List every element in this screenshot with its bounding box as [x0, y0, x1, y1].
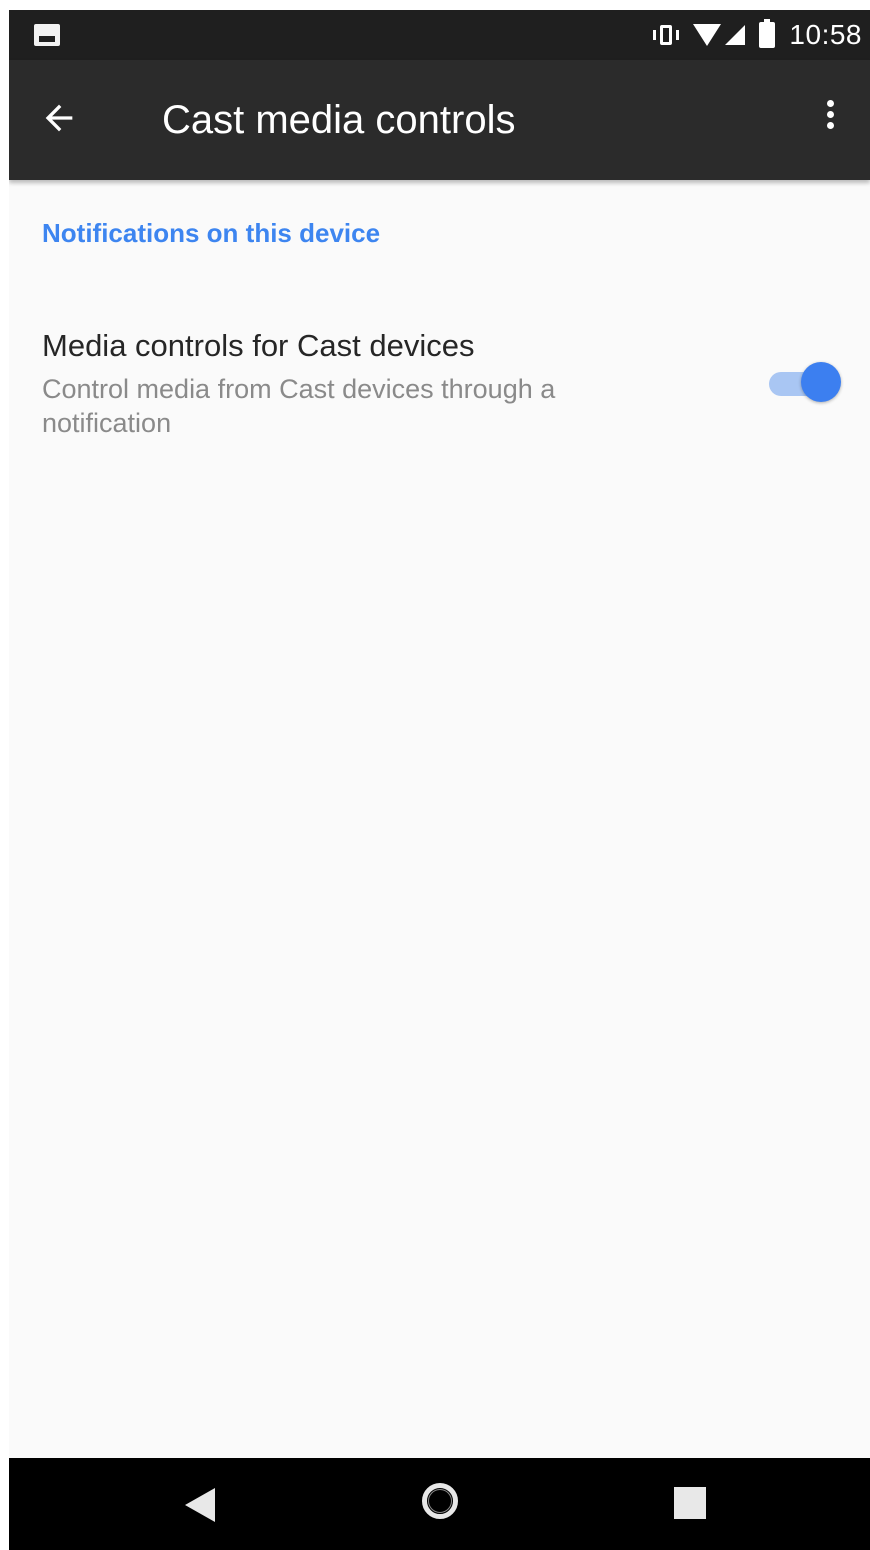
battery-icon: [759, 19, 776, 48]
photo-icon: [34, 24, 60, 46]
app-toolbar: Cast media controls: [9, 60, 870, 180]
nav-home-icon[interactable]: [422, 1483, 458, 1519]
wifi-icon: [693, 24, 722, 46]
preference-title: Media controls for Cast devices: [42, 328, 475, 363]
signal-icon: [725, 25, 746, 45]
preference-summary: Control media from Cast devices through …: [42, 374, 556, 438]
status-icons: 10:58: [653, 10, 862, 60]
vibrate-icon: [653, 22, 680, 48]
status-bar: 10:58: [9, 10, 870, 60]
more-options-button[interactable]: [810, 96, 850, 146]
nav-recents-icon[interactable]: [674, 1487, 706, 1519]
media-controls-toggle[interactable]: [769, 360, 841, 404]
back-button[interactable]: [39, 98, 95, 142]
section-header: Notifications on this device: [42, 218, 381, 248]
more-vert-icon: [826, 100, 834, 107]
navigation-bar: [9, 1458, 870, 1550]
nav-back-icon[interactable]: [185, 1488, 215, 1522]
media-controls-preference[interactable]: Media controls for Cast devices Control …: [9, 310, 870, 450]
arrow-back-icon: [45, 104, 73, 132]
toggle-thumb: [801, 362, 841, 402]
screen: 10:58 Cast media controls Notifications …: [9, 10, 870, 1550]
status-time: 10:58: [789, 19, 862, 50]
page-title: Cast media controls: [162, 98, 516, 142]
